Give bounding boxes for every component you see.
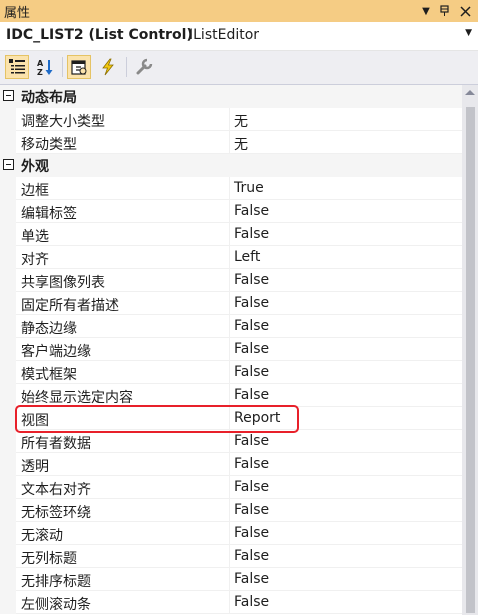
chevron-down-icon[interactable]: ▼ bbox=[465, 28, 472, 38]
property-name: 编辑标签 bbox=[21, 206, 77, 222]
object-selector[interactable]: IDC_LIST2 (List Control) IListEditor ▼ bbox=[0, 22, 478, 51]
property-row[interactable]: 移动类型 无 bbox=[0, 131, 462, 154]
alphabetical-button[interactable]: A Z bbox=[33, 55, 57, 79]
property-name: 移动类型 bbox=[21, 137, 77, 153]
property-row[interactable]: 始终显示选定内容 False bbox=[0, 384, 462, 407]
property-row[interactable]: 无标签环绕 False bbox=[0, 499, 462, 522]
property-value[interactable]: Left bbox=[234, 249, 260, 265]
property-row[interactable]: 客户端边缘 False bbox=[0, 338, 462, 361]
dropdown-arrow-icon[interactable]: ▼ bbox=[417, 2, 435, 20]
property-name: 无排序标题 bbox=[21, 574, 91, 590]
property-row[interactable]: 文本右对齐 False bbox=[0, 476, 462, 499]
categorized-button[interactable] bbox=[5, 55, 29, 79]
panel-titlebar: 属性 ▼ bbox=[0, 0, 478, 22]
property-name: 静态边缘 bbox=[21, 321, 77, 337]
property-name: 模式框架 bbox=[21, 367, 77, 383]
property-value[interactable]: False bbox=[234, 502, 269, 518]
property-value[interactable]: False bbox=[234, 548, 269, 564]
toolbar-separator bbox=[126, 57, 127, 77]
property-name: 固定所有者描述 bbox=[21, 298, 119, 314]
property-row[interactable]: 固定所有者描述 False bbox=[0, 292, 462, 315]
property-row[interactable]: 调整大小类型 无 bbox=[0, 108, 462, 131]
property-row[interactable]: 透明 False bbox=[0, 453, 462, 476]
property-row[interactable]: 对齐 Left bbox=[0, 246, 462, 269]
property-name: 无列标题 bbox=[21, 551, 77, 567]
property-value[interactable]: False bbox=[234, 456, 269, 472]
property-row[interactable]: 单选 False bbox=[0, 223, 462, 246]
property-row[interactable]: 左侧滚动条 False bbox=[0, 591, 462, 614]
properties-toolbar: A Z bbox=[0, 51, 478, 85]
property-value[interactable]: 无 bbox=[234, 134, 248, 154]
vertical-scrollbar[interactable] bbox=[462, 85, 478, 615]
category-label: 动态布局 bbox=[21, 90, 77, 106]
property-name: 所有者数据 bbox=[21, 436, 91, 452]
property-value[interactable]: False bbox=[234, 295, 269, 311]
property-row[interactable]: 无排序标题 False bbox=[0, 568, 462, 591]
property-row[interactable]: 静态边缘 False bbox=[0, 315, 462, 338]
category-label: 外观 bbox=[21, 159, 49, 175]
properties-button[interactable] bbox=[67, 55, 91, 79]
property-name: 边框 bbox=[21, 183, 49, 199]
svg-text:A: A bbox=[37, 59, 44, 68]
panel-title: 属性 bbox=[4, 6, 31, 21]
property-row[interactable]: 编辑标签 False bbox=[0, 200, 462, 223]
property-value[interactable]: True bbox=[234, 180, 264, 196]
category-appearance[interactable]: 外观 bbox=[0, 154, 462, 177]
property-value[interactable]: False bbox=[234, 387, 269, 403]
categorized-icon bbox=[9, 59, 25, 74]
property-name: 无滚动 bbox=[21, 528, 63, 544]
wrench-icon bbox=[136, 58, 153, 75]
property-value[interactable]: False bbox=[234, 364, 269, 380]
property-name: 单选 bbox=[21, 229, 49, 245]
property-row[interactable]: 所有者数据 False bbox=[0, 430, 462, 453]
events-button[interactable] bbox=[96, 55, 120, 79]
svg-text:Z: Z bbox=[37, 68, 43, 76]
property-row[interactable]: 模式框架 False bbox=[0, 361, 462, 384]
property-value[interactable]: False bbox=[234, 479, 269, 495]
property-value[interactable]: False bbox=[234, 594, 269, 610]
property-value[interactable]: False bbox=[234, 272, 269, 288]
pin-icon[interactable] bbox=[436, 2, 454, 20]
property-name: 调整大小类型 bbox=[21, 114, 105, 130]
property-value[interactable]: 无 bbox=[234, 111, 248, 131]
lightning-icon bbox=[102, 58, 114, 76]
property-name: 视图 bbox=[21, 413, 49, 429]
property-row-view[interactable]: 视图 Report bbox=[0, 407, 462, 430]
sort-alphabetical-icon: A Z bbox=[37, 59, 53, 76]
property-value[interactable]: False bbox=[234, 433, 269, 449]
property-name: 文本右对齐 bbox=[21, 482, 91, 498]
property-value[interactable]: False bbox=[234, 571, 269, 587]
property-name: 对齐 bbox=[21, 252, 49, 268]
property-name: 始终显示选定内容 bbox=[21, 390, 133, 406]
object-name: IDC_LIST2 (List Control) bbox=[6, 27, 193, 43]
property-value[interactable]: False bbox=[234, 203, 269, 219]
property-name: 无标签环绕 bbox=[21, 505, 91, 521]
property-row[interactable]: 共享图像列表 False bbox=[0, 269, 462, 292]
properties-icon bbox=[71, 60, 87, 75]
property-name: 左侧滚动条 bbox=[21, 597, 91, 613]
toolbar-separator bbox=[62, 57, 63, 77]
scrollbar-thumb[interactable] bbox=[466, 107, 475, 613]
collapse-icon[interactable] bbox=[3, 90, 14, 101]
object-type: IListEditor bbox=[189, 27, 260, 43]
property-row[interactable]: 边框 True bbox=[0, 177, 462, 200]
property-name: 共享图像列表 bbox=[21, 275, 105, 291]
property-name: 透明 bbox=[21, 459, 49, 475]
property-grid: 动态布局 调整大小类型 无 移动类型 无 外观 边框 True 编辑标签 Fal… bbox=[0, 85, 462, 615]
collapse-icon[interactable] bbox=[3, 159, 14, 170]
property-pages-button[interactable] bbox=[132, 55, 156, 79]
category-dynamic-layout[interactable]: 动态布局 bbox=[0, 85, 462, 108]
property-value[interactable]: False bbox=[234, 341, 269, 357]
property-value[interactable]: False bbox=[234, 318, 269, 334]
property-row[interactable]: 无列标题 False bbox=[0, 545, 462, 568]
scroll-up-arrow-icon[interactable] bbox=[465, 90, 475, 95]
property-value[interactable]: False bbox=[234, 525, 269, 541]
property-name: 客户端边缘 bbox=[21, 344, 91, 360]
close-icon[interactable] bbox=[456, 2, 474, 20]
property-value[interactable]: Report bbox=[234, 410, 280, 426]
property-row[interactable]: 无滚动 False bbox=[0, 522, 462, 545]
property-value[interactable]: False bbox=[234, 226, 269, 242]
